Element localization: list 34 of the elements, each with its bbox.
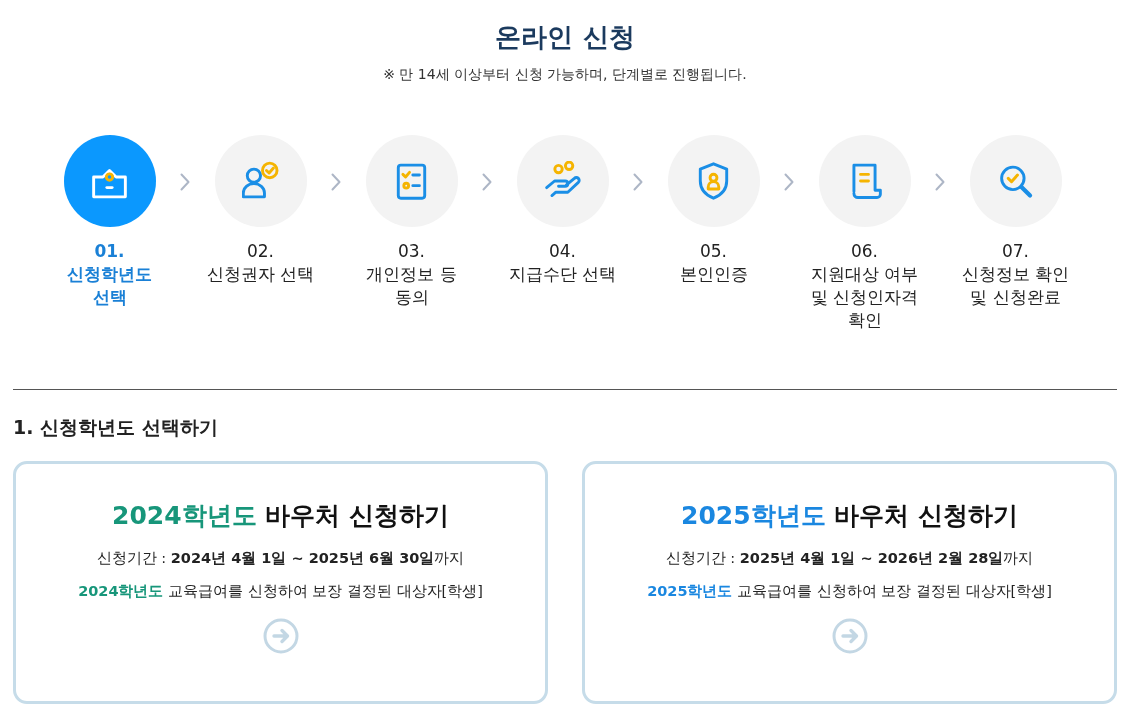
arrow-circle-icon[interactable] (831, 618, 868, 654)
card-description: 2024학년도 교육급여를 신청하여 보장 결정된 대상자[학생] (78, 582, 483, 601)
step-number: 06. (850, 240, 878, 263)
chevron-right-icon (180, 173, 190, 191)
arrow-circle-icon[interactable] (262, 618, 299, 654)
step-number: 01. (94, 240, 125, 263)
card-title: 2025학년도 바우처 신청하기 (681, 500, 1018, 532)
step-number: 04. (548, 240, 576, 263)
step-number: 05. (699, 240, 727, 263)
chevron-right-icon (784, 173, 794, 191)
chevron-right-icon (331, 173, 341, 191)
user-check-icon (242, 161, 279, 201)
step-label: 신청권자 선택 (205, 263, 316, 286)
step-label: 지원대상 여부 및 신청인자격 확인 (809, 263, 920, 332)
voucher-card[interactable]: 2024학년도 바우처 신청하기 신청기간 : 2024년 4월 1일 ~ 2025년 6월 30일까지 2024학년도 교육급여를 신청하여 보장 결정된 대상자[학생] (13, 461, 548, 704)
voucher-card[interactable]: 2025학년도 바우처 신청하기 신청기간 : 2025년 4월 1일 ~ 2026년 2월 28일까지 2025학년도 교육급여를 신청하여 보장 결정된 대상자[학생] (582, 461, 1117, 704)
step-number: 02. (246, 240, 274, 263)
chevron-right-icon (482, 173, 492, 191)
step-label: 신청학년도 선택 (66, 263, 153, 309)
step-number: 07. (1001, 240, 1029, 263)
step-label: 지급수단 선택 (507, 263, 618, 286)
section-heading: 1. 신청학년도 선택하기 (13, 415, 219, 440)
step-label: 본인인증 (678, 263, 749, 286)
step-label: 개인정보 등 동의 (365, 263, 458, 309)
chevron-right-icon (935, 173, 945, 191)
step-label: 신청정보 확인 및 신청완료 (960, 263, 1071, 309)
application-period: 신청기간 : 2024년 4월 1일 ~ 2025년 6월 30일까지 (96, 549, 465, 568)
application-period: 신청기간 : 2025년 4월 1일 ~ 2026년 2월 28일까지 (665, 549, 1034, 568)
age-notice: ※ 만 14세 이상부터 신청 가능하며, 단계별로 진행됩니다. (382, 65, 748, 84)
card-description: 2025학년도 교육급여를 신청하여 보장 결정된 대상자[학생] (647, 582, 1052, 601)
card-title: 2024학년도 바우처 신청하기 (112, 500, 449, 532)
page-title: 온라인 신청 (494, 21, 636, 54)
chevron-right-icon (633, 173, 643, 191)
step-number: 03. (397, 240, 425, 263)
